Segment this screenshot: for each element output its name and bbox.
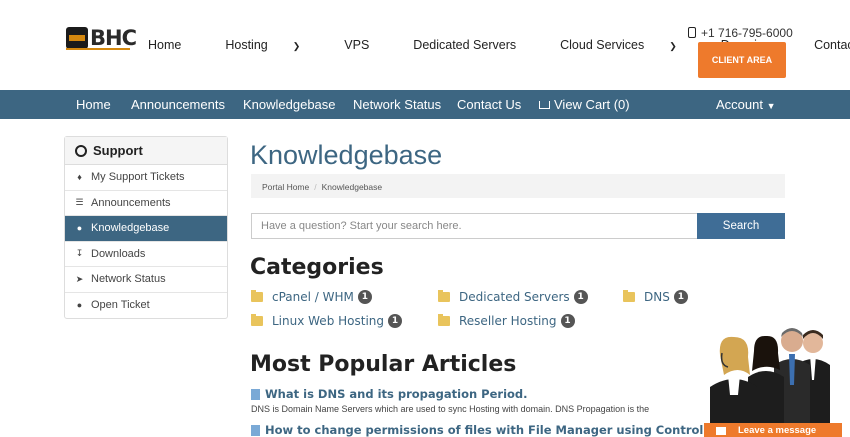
category-name: Reseller Hosting (459, 314, 557, 328)
category-count-badge: 1 (357, 290, 372, 304)
top-header: BHC Home Hosting ❯ VPS Dedicated Servers … (0, 0, 850, 90)
main-nav-knowledgebase[interactable]: Knowledgebase (243, 97, 336, 112)
breadcrumb-current: Knowledgebase (321, 182, 383, 192)
folder-icon (251, 314, 263, 326)
article-description: DNS is Domain Name Servers which are use… (251, 404, 650, 414)
top-nav-cloud-services[interactable]: Cloud Services ❯ (560, 38, 699, 52)
envelope-icon (716, 427, 726, 435)
category-name: Linux Web Hosting (272, 314, 385, 328)
caret-down-icon: ▼ (766, 101, 776, 111)
sidebar-title: Support (93, 143, 143, 158)
download-icon: ↧ (75, 248, 84, 259)
top-nav-label: Home (148, 38, 182, 52)
main-nav-view-cart[interactable]: View Cart (0) (539, 97, 630, 112)
top-nav-contact-us[interactable]: Contact us (814, 38, 850, 52)
article-title: What is DNS and its propagation Period. (265, 387, 528, 401)
phone-label: +1 716-795-6000 (701, 26, 793, 40)
sidebar-item-label: Downloads (91, 247, 146, 260)
category-count-badge: 1 (573, 290, 588, 304)
top-nav-label: Contact us (814, 38, 850, 52)
category-name: Dedicated Servers (459, 290, 570, 304)
sidebar-item-network-status[interactable]: ➤ Network Status (65, 267, 227, 293)
phone-number[interactable]: +1 716-795-6000 (688, 26, 793, 40)
leave-message-label: Leave a message (738, 425, 817, 436)
popular-articles-heading: Most Popular Articles (250, 352, 517, 377)
chevron-down-icon: ❯ (292, 41, 301, 51)
main-nav-account[interactable]: Account ▼ (716, 97, 776, 112)
category-linux-web-hosting[interactable]: Linux Web Hosting 1 (251, 314, 403, 328)
sidebar-header: Support (65, 137, 227, 165)
folder-icon (623, 290, 635, 302)
logo-underline (66, 48, 130, 50)
main-nav: Home Announcements Knowledgebase Network… (0, 90, 850, 119)
mobile-phone-icon (688, 27, 696, 38)
main-nav-announcements[interactable]: Announcements (131, 97, 225, 112)
main-nav-contact-us[interactable]: Contact Us (457, 97, 521, 112)
top-nav-home[interactable]: Home (148, 38, 203, 52)
search-button[interactable]: Search (697, 213, 785, 239)
category-dns[interactable]: DNS 1 (623, 290, 688, 304)
categories-heading: Categories (250, 255, 384, 280)
article-link[interactable]: What is DNS and its propagation Period. (251, 387, 528, 401)
life-ring-icon (75, 144, 87, 157)
person-1 (710, 336, 758, 435)
logo-icon (66, 27, 88, 49)
category-count-badge: 1 (388, 314, 403, 328)
logo[interactable]: BHC (66, 26, 137, 50)
sidebar-item-label: Announcements (91, 196, 171, 209)
top-nav-label: VPS (344, 38, 370, 52)
category-count-badge: 1 (673, 290, 688, 304)
category-reseller-hosting[interactable]: Reseller Hosting 1 (438, 314, 575, 328)
rocket-icon: ➤ (75, 273, 84, 284)
view-cart-label: View Cart (0) (554, 97, 630, 112)
top-nav-label: Dedicated Servers (413, 38, 517, 52)
sidebar-item-knowledgebase[interactable]: ● Knowledgebase (65, 216, 227, 242)
top-nav-vps[interactable]: VPS (344, 38, 391, 52)
document-icon (251, 388, 260, 400)
breadcrumb-portal-home[interactable]: Portal Home (262, 182, 309, 192)
top-nav-label: Hosting (225, 38, 268, 52)
top-nav-dedicated-servers[interactable]: Dedicated Servers (413, 38, 538, 52)
client-area-button[interactable]: CLIENT AREA (698, 42, 786, 78)
category-dedicated-servers[interactable]: Dedicated Servers 1 (438, 290, 588, 304)
folder-icon (438, 314, 450, 326)
document-icon (251, 424, 260, 436)
cart-icon (539, 101, 550, 109)
breadcrumb-separator: / (314, 182, 317, 192)
info-icon: ● (76, 223, 83, 234)
logo-text: BHC (90, 26, 137, 50)
category-cpanel-whm[interactable]: cPanel / WHM 1 (251, 290, 372, 304)
sidebar-item-announcements[interactable]: ☰ Announcements (65, 191, 227, 216)
support-team-image (710, 328, 830, 435)
category-name: cPanel / WHM (272, 290, 354, 304)
list-icon: ☰ (75, 197, 84, 208)
category-count-badge: 1 (560, 314, 575, 328)
top-nav-label: Cloud Services (560, 38, 645, 52)
breadcrumb: Portal Home / Knowledgebase (251, 174, 785, 198)
page-title: Knowledgebase (250, 140, 443, 170)
sidebar-item-label: Network Status (91, 273, 166, 286)
sidebar-item-label: Knowledgebase (91, 222, 170, 235)
ticket-icon: ♦ (77, 172, 82, 183)
folder-icon (438, 290, 450, 302)
folder-icon (251, 290, 263, 302)
chevron-down-icon: ❯ (669, 41, 677, 51)
category-name: DNS (644, 290, 670, 304)
sidebar-item-label: My Support Tickets (91, 171, 185, 184)
support-sidebar: Support ♦ My Support Tickets ☰ Announcemen… (64, 136, 228, 319)
account-label: Account (716, 97, 763, 112)
sidebar-item-downloads[interactable]: ↧ Downloads (65, 242, 227, 267)
kb-search-input[interactable]: Have a question? Start your search here. (251, 213, 697, 239)
sidebar-item-my-support-tickets[interactable]: ♦ My Support Tickets (65, 165, 227, 191)
sidebar-item-open-ticket[interactable]: ● Open Ticket (65, 293, 227, 319)
main-nav-network-status[interactable]: Network Status (353, 97, 441, 112)
comments-icon: ● (76, 300, 83, 311)
sidebar-item-label: Open Ticket (91, 299, 150, 312)
main-nav-home[interactable]: Home (76, 97, 111, 112)
top-nav-hosting[interactable]: Hosting ❯ (225, 38, 322, 52)
